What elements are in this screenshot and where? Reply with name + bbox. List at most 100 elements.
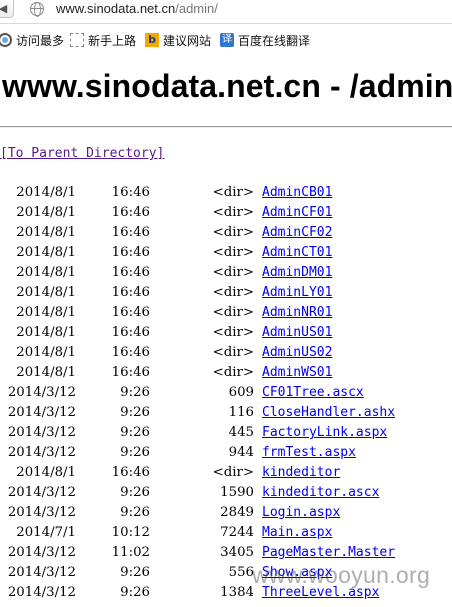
entry-date: 2014/3/12 — [7, 425, 76, 440]
entry-link[interactable]: AdminCF02 — [262, 225, 332, 240]
entry-link[interactable]: AdminDM01 — [262, 265, 332, 280]
entry-link[interactable]: kindeditor — [262, 465, 340, 480]
globe-icon — [30, 2, 44, 17]
bing-icon: b — [145, 33, 159, 47]
listing-row: 2014/8/1 16:46 <dir> AdminCB01 — [0, 184, 452, 204]
entry-size: 1384 — [220, 585, 254, 600]
listing-row: 2014/8/1 16:46 <dir> AdminCF02 — [0, 224, 452, 244]
entry-link[interactable]: AdminWS01 — [262, 365, 332, 380]
entry-date: 2014/8/1 — [16, 245, 76, 260]
listing-row: 2014/8/1 16:46 <dir> AdminCF01 — [0, 204, 452, 224]
entry-size: 3405 — [220, 545, 254, 560]
entry-date: 2014/8/1 — [16, 205, 76, 220]
bookmark-label: 建议网站 — [163, 33, 212, 48]
entry-link[interactable]: CF01Tree.ascx — [262, 385, 364, 400]
entry-date: 2014/8/1 — [16, 465, 76, 480]
listing-row: 2014/3/12 9:26 609 CF01Tree.ascx — [0, 384, 452, 404]
entry-time: 9:26 — [120, 425, 150, 440]
entry-time: 11:02 — [111, 545, 150, 560]
entry-date: 2014/3/12 — [7, 565, 76, 580]
entry-size: 7244 — [220, 525, 254, 540]
entry-time: 9:26 — [120, 445, 150, 460]
url-text[interactable]: www.sinodata.net.cn/admin/ — [56, 1, 218, 16]
back-button[interactable]: ◀ — [0, 0, 14, 18]
entry-link[interactable]: Main.aspx — [262, 525, 332, 540]
url-host: www.sinodata.net.cn — [56, 1, 176, 16]
divider — [0, 126, 452, 128]
entry-link[interactable]: AdminNR01 — [262, 305, 332, 320]
entry-date: 2014/8/1 — [16, 365, 76, 380]
entry-size: 556 — [228, 565, 254, 580]
listing-row: 2014/3/12 9:26 445 FactoryLink.aspx — [0, 424, 452, 444]
listing-row: 2014/8/1 16:46 <dir> AdminCT01 — [0, 244, 452, 264]
entry-link[interactable]: AdminUS02 — [262, 345, 332, 360]
listing-row: 2014/8/1 16:46 <dir> kindeditor — [0, 464, 452, 484]
entry-size: <dir> — [212, 465, 254, 480]
entry-date: 2014/8/1 — [16, 325, 76, 340]
entry-time: 16:46 — [111, 245, 150, 260]
directory-listing: 2014/8/1 16:46 <dir> AdminCB01 2014/8/1 16:46… — [0, 184, 452, 604]
entry-date: 2014/8/1 — [16, 345, 76, 360]
entry-size: <dir> — [212, 185, 254, 200]
translate-icon: 译 — [220, 33, 234, 47]
entry-date: 2014/3/12 — [7, 585, 76, 600]
listing-row: 2014/8/1 16:46 <dir> AdminDM01 — [0, 264, 452, 284]
entry-link[interactable]: PageMaster.Master — [262, 545, 395, 560]
entry-date: 2014/3/12 — [7, 545, 76, 560]
entry-link[interactable]: AdminLY01 — [262, 285, 332, 300]
bookmark-baidu-translate[interactable]: 译 百度在线翻译 — [220, 31, 310, 49]
entry-time: 9:26 — [120, 585, 150, 600]
bookmark-most-visited[interactable]: 访问最多 — [0, 31, 64, 49]
bookmark-getting-started[interactable]: 新手上路 — [70, 31, 136, 49]
url-path: /admin/ — [175, 1, 218, 16]
entry-time: 16:46 — [111, 305, 150, 320]
entry-time: 16:46 — [111, 225, 150, 240]
entry-link[interactable]: AdminCF01 — [262, 205, 332, 220]
entry-size: 944 — [228, 445, 254, 460]
entry-time: 16:46 — [111, 185, 150, 200]
entry-date: 2014/7/1 — [16, 525, 76, 540]
entry-date: 2014/8/1 — [16, 225, 76, 240]
bookmark-label: 新手上路 — [88, 33, 137, 48]
gear-icon — [0, 33, 12, 47]
entry-link[interactable]: FactoryLink.aspx — [262, 425, 387, 440]
entry-time: 9:26 — [120, 565, 150, 580]
entry-date: 2014/8/1 — [16, 285, 76, 300]
listing-row: 2014/3/12 9:26 2849 Login.aspx — [0, 504, 452, 524]
entry-time: 16:46 — [111, 365, 150, 380]
bookmark-label: 百度在线翻译 — [238, 33, 311, 48]
entry-link[interactable]: Login.aspx — [262, 505, 340, 520]
entry-date: 2014/8/1 — [16, 185, 76, 200]
entry-size: 609 — [228, 385, 254, 400]
bookmark-label: 访问最多 — [16, 33, 65, 48]
listing-row: 2014/3/12 9:26 1590 kindeditor.ascx — [0, 484, 452, 504]
listing-row: 2014/3/12 9:26 116 CloseHandler.ashx — [0, 404, 452, 424]
entry-size: 2849 — [220, 505, 254, 520]
entry-time: 10:12 — [111, 525, 150, 540]
entry-link[interactable]: kindeditor.ascx — [262, 485, 379, 500]
entry-time: 16:46 — [111, 325, 150, 340]
entry-date: 2014/3/12 — [7, 385, 76, 400]
entry-date: 2014/8/1 — [16, 265, 76, 280]
entry-date: 2014/8/1 — [16, 305, 76, 320]
entry-size: 1590 — [220, 485, 254, 500]
entry-time: 9:26 — [120, 385, 150, 400]
entry-link[interactable]: AdminCT01 — [262, 245, 332, 260]
address-bar[interactable]: ◀ www.sinodata.net.cn/admin/ — [0, 0, 452, 24]
page-icon — [70, 33, 84, 47]
listing-row: 2014/7/1 10:12 7244 Main.aspx — [0, 524, 452, 544]
parent-directory-link[interactable]: [To Parent Directory] — [0, 146, 164, 161]
entry-link[interactable]: frmTest.aspx — [262, 445, 356, 460]
entry-size: 116 — [228, 405, 254, 420]
entry-time: 16:46 — [111, 265, 150, 280]
entry-time: 16:46 — [111, 345, 150, 360]
entry-date: 2014/3/12 — [7, 445, 76, 460]
entry-link[interactable]: CloseHandler.ashx — [262, 405, 395, 420]
listing-row: 2014/3/12 11:02 3405 PageMaster.Master — [0, 544, 452, 564]
listing-row: 2014/3/12 9:26 944 frmTest.aspx — [0, 444, 452, 464]
entry-size: <dir> — [212, 205, 254, 220]
entry-link[interactable]: AdminUS01 — [262, 325, 332, 340]
entry-link[interactable]: AdminCB01 — [262, 185, 332, 200]
entry-size: <dir> — [212, 225, 254, 240]
bookmark-suggested-sites[interactable]: b 建议网站 — [145, 31, 211, 49]
